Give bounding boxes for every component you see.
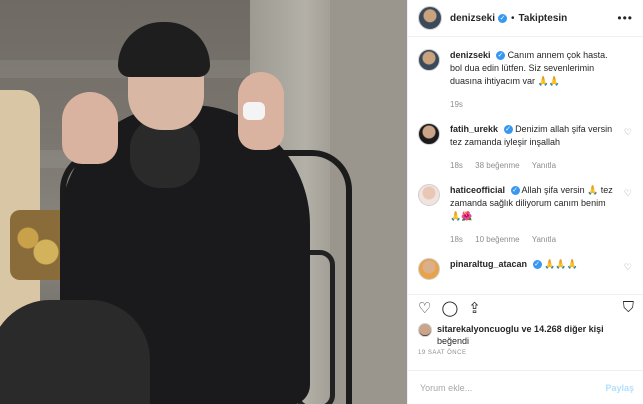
avatar[interactable] (418, 6, 442, 30)
comment-username[interactable]: haticeofficial (450, 185, 505, 195)
header-username[interactable]: denizseki (450, 13, 495, 24)
post-sidebar: denizseki ✓ • Takiptesin ••• denizseki ✓… (407, 0, 643, 404)
tissue (243, 102, 265, 120)
caption-time[interactable]: 19s (450, 100, 463, 109)
likes-suffix: beğendi (437, 336, 470, 346)
verified-icon: ✓ (496, 51, 506, 61)
heart-icon[interactable]: ♡ (624, 127, 632, 138)
verified-icon: ✓ (532, 260, 542, 270)
post-time[interactable]: 19 SAAT ÖNCE (418, 350, 466, 356)
comment-item: haticeofficial ✓ Allah şifa versin 🙏 tez… (408, 184, 643, 246)
more-horizontal-icon[interactable]: ••• (617, 11, 633, 25)
share-icon[interactable]: ⇪ (468, 299, 481, 317)
add-comment-bar: Paylaş (408, 370, 643, 404)
verified-icon: ✓ (510, 186, 520, 196)
comment-icon[interactable]: ◯ (441, 299, 458, 317)
instagram-post: denizseki ✓ • Takiptesin ••• denizseki ✓… (0, 0, 643, 404)
liker-username[interactable]: sitarekalyoncuoglu (437, 324, 519, 334)
comment-item: pinaraltug_atacan ✓ 🙏🙏🙏 ♡ (408, 258, 643, 280)
bookmark-icon[interactable]: ⛉ (623, 299, 634, 316)
verified-icon: ✓ (503, 125, 513, 135)
likes-summary: sitarekalyoncuoglu ve 14.268 diğer kişi … (418, 323, 638, 347)
heart-icon[interactable]: ♡ (624, 262, 632, 273)
reply-button[interactable]: Yanıtla (532, 161, 556, 170)
post-button[interactable]: Paylaş (605, 383, 634, 393)
comment-username[interactable]: fatih_urekk (450, 124, 498, 134)
comments-list[interactable]: denizseki ✓ Canım annem çok hasta. bol d… (408, 37, 643, 308)
comment-time[interactable]: 18s (450, 235, 463, 244)
verified-icon: ✓ (498, 13, 508, 23)
heart-icon[interactable]: ♡ (624, 188, 632, 199)
comment-item: fatih_urekk ✓ Denizim allah şifa versin … (408, 123, 643, 172)
raised-hand-left (62, 92, 118, 164)
comment-time[interactable]: 18s (450, 161, 463, 170)
comment-likes[interactable]: 10 beğenme (475, 235, 519, 244)
caption-username[interactable]: denizseki (450, 50, 491, 60)
avatar[interactable] (418, 123, 440, 145)
separator-dot: • (511, 12, 515, 24)
comment-input[interactable] (418, 381, 582, 394)
following-button[interactable]: Takiptesin (519, 13, 568, 24)
reply-button[interactable]: Yanıtla (532, 235, 556, 244)
avatar[interactable] (418, 184, 440, 206)
comment-username[interactable]: pinaraltug_atacan (450, 259, 527, 269)
post-photo[interactable] (0, 0, 407, 404)
likes-count[interactable]: ve 14.268 diğer kişi (522, 324, 604, 334)
bystander-bottom (0, 300, 150, 404)
comment-likes[interactable]: 38 beğenme (475, 161, 519, 170)
heart-icon[interactable]: ♡ (418, 299, 431, 317)
avatar[interactable] (418, 49, 440, 71)
comment-text: 🙏🙏🙏 (544, 259, 578, 269)
avatar[interactable] (418, 323, 432, 337)
post-header: denizseki ✓ • Takiptesin ••• (408, 0, 643, 37)
woman-hat (118, 22, 210, 77)
avatar[interactable] (418, 258, 440, 280)
caption: denizseki ✓ Canım annem çok hasta. bol d… (408, 49, 643, 111)
action-bar: ♡ ◯ ⇪ ⛉ (408, 294, 643, 320)
